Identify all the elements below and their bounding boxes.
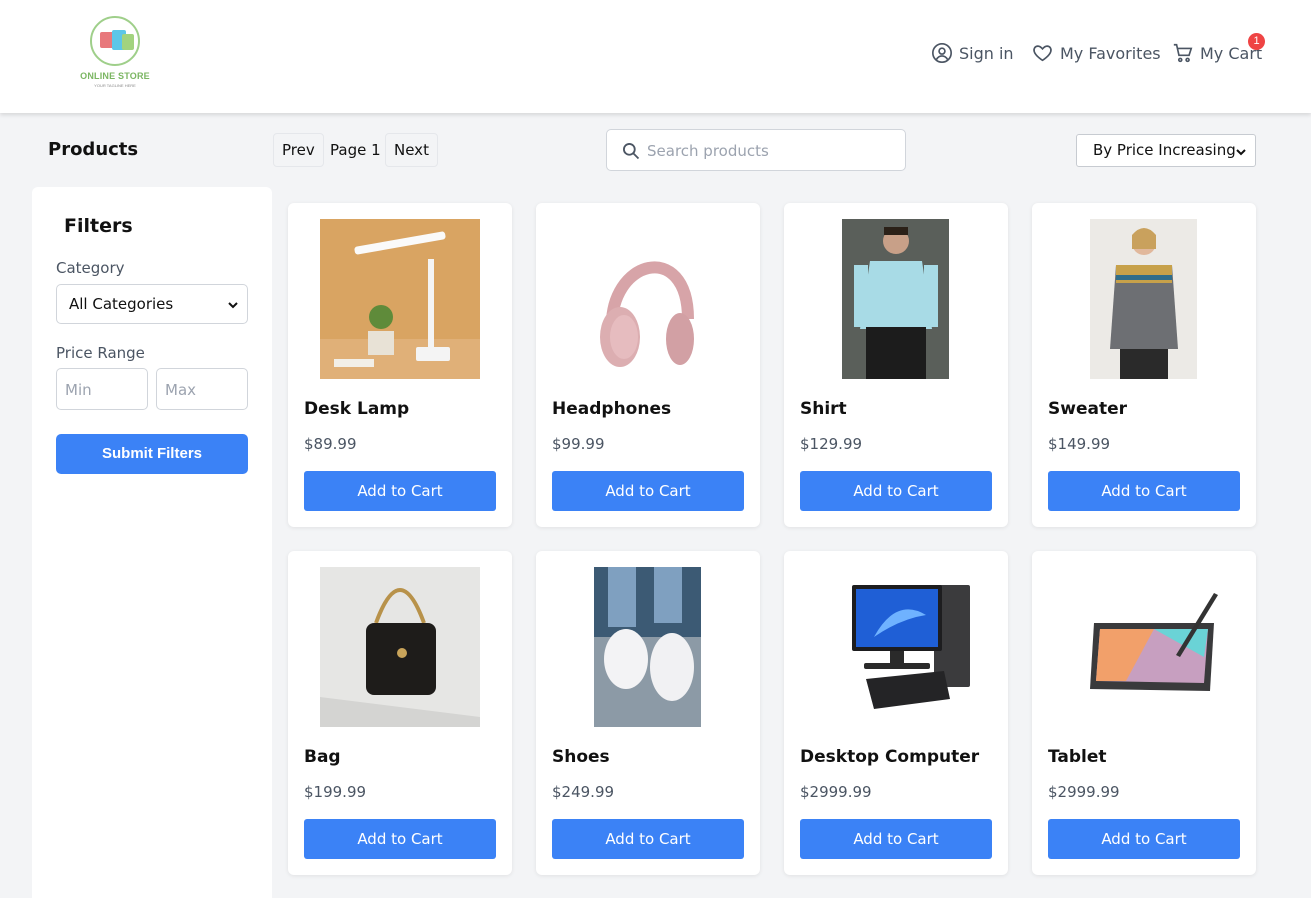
chevron-down-icon [228, 302, 238, 309]
add-to-cart-button[interactable]: Add to Cart [800, 819, 992, 859]
logo-tagline: YOUR TAGLINE HERE [94, 83, 136, 88]
favorites-label: My Favorites [1060, 43, 1161, 63]
sort-select[interactable]: By Price Increasing [1076, 134, 1256, 167]
product-price: $199.99 [304, 783, 367, 801]
product-name: Bag [304, 747, 341, 767]
product-name: Tablet [1048, 747, 1107, 767]
product-name: Desktop Computer [800, 747, 980, 767]
add-to-cart-button[interactable]: Add to Cart [552, 471, 744, 511]
min-price-input[interactable] [65, 379, 141, 401]
product-name: Shoes [552, 747, 610, 767]
product-card[interactable]: Headphones $99.99 Add to Cart [536, 203, 760, 527]
shirt-image[interactable] [816, 219, 976, 379]
cart-count-badge: 1 [1248, 33, 1265, 50]
product-price: $2999.99 [800, 783, 872, 801]
product-price: $249.99 [552, 783, 615, 801]
product-name: Headphones [552, 399, 672, 419]
min-price-field [56, 368, 148, 410]
product-price: $129.99 [800, 435, 863, 453]
bag-image[interactable] [320, 567, 480, 727]
cart-icon [1173, 43, 1193, 63]
submit-filters-button[interactable]: Submit Filters [56, 434, 248, 474]
favorites-link[interactable]: My Favorites [1031, 40, 1161, 66]
product-price: $2999.99 [1048, 783, 1120, 801]
prev-page-button[interactable]: Prev [273, 133, 324, 167]
sign-in-link[interactable]: Sign in [931, 40, 1014, 66]
sweater-image[interactable] [1064, 219, 1224, 379]
search-box [606, 129, 906, 171]
product-card[interactable]: Desk Lamp $89.99 Add to Cart [288, 203, 512, 527]
product-card[interactable]: Tablet $2999.99 Add to Cart [1032, 551, 1256, 875]
product-card[interactable]: Sweater $149.99 Add to Cart [1032, 203, 1256, 527]
desktop-computer-image[interactable] [816, 567, 976, 727]
tablet-image[interactable] [1064, 567, 1224, 727]
logo-name: ONLINE STORE [80, 71, 150, 81]
max-price-field [156, 368, 248, 410]
filters-title: Filters [64, 215, 133, 237]
category-label: Category [56, 259, 125, 277]
search-icon [623, 143, 640, 160]
product-card[interactable]: Desktop Computer $2999.99 Add to Cart [784, 551, 1008, 875]
add-to-cart-button[interactable]: Add to Cart [304, 819, 496, 859]
product-price: $99.99 [552, 435, 605, 453]
chevron-down-icon [1236, 149, 1246, 156]
add-to-cart-button[interactable]: Add to Cart [552, 819, 744, 859]
user-circle-icon [932, 43, 952, 63]
max-price-input[interactable] [165, 379, 241, 401]
product-name: Desk Lamp [304, 399, 410, 419]
filters-sidebar: Filters Category All Categories Price Ra… [32, 187, 272, 898]
product-price: $89.99 [304, 435, 357, 453]
site-header: ONLINE STORE YOUR TAGLINE HERE Sign in M… [0, 0, 1311, 113]
product-price: $149.99 [1048, 435, 1111, 453]
product-card[interactable]: Bag $199.99 Add to Cart [288, 551, 512, 875]
store-logo[interactable]: ONLINE STORE YOUR TAGLINE HERE [78, 14, 152, 92]
headphones-image[interactable] [568, 219, 728, 379]
product-name: Shirt [800, 399, 847, 419]
page-title: Products [48, 139, 139, 160]
logo-emblem [90, 16, 140, 66]
add-to-cart-button[interactable]: Add to Cart [304, 471, 496, 511]
add-to-cart-button[interactable]: Add to Cart [800, 471, 992, 511]
product-name: Sweater [1048, 399, 1127, 419]
add-to-cart-button[interactable]: Add to Cart [1048, 819, 1240, 859]
category-value: All Categories [69, 295, 174, 313]
heart-icon [1033, 45, 1052, 62]
desk-lamp-image[interactable] [320, 219, 480, 379]
price-range-label: Price Range [56, 344, 145, 362]
add-to-cart-button[interactable]: Add to Cart [1048, 471, 1240, 511]
product-card[interactable]: Shoes $249.99 Add to Cart [536, 551, 760, 875]
product-card[interactable]: Shirt $129.99 Add to Cart [784, 203, 1008, 527]
category-select[interactable]: All Categories [56, 284, 248, 324]
shoes-image[interactable] [568, 567, 728, 727]
sign-in-label: Sign in [959, 43, 1014, 63]
page-indicator: Page 1 [330, 141, 381, 159]
sort-value: By Price Increasing [1093, 141, 1236, 159]
search-input[interactable] [647, 138, 897, 164]
next-page-button[interactable]: Next [385, 133, 438, 167]
cart-link[interactable]: My Cart 1 [1172, 33, 1265, 66]
